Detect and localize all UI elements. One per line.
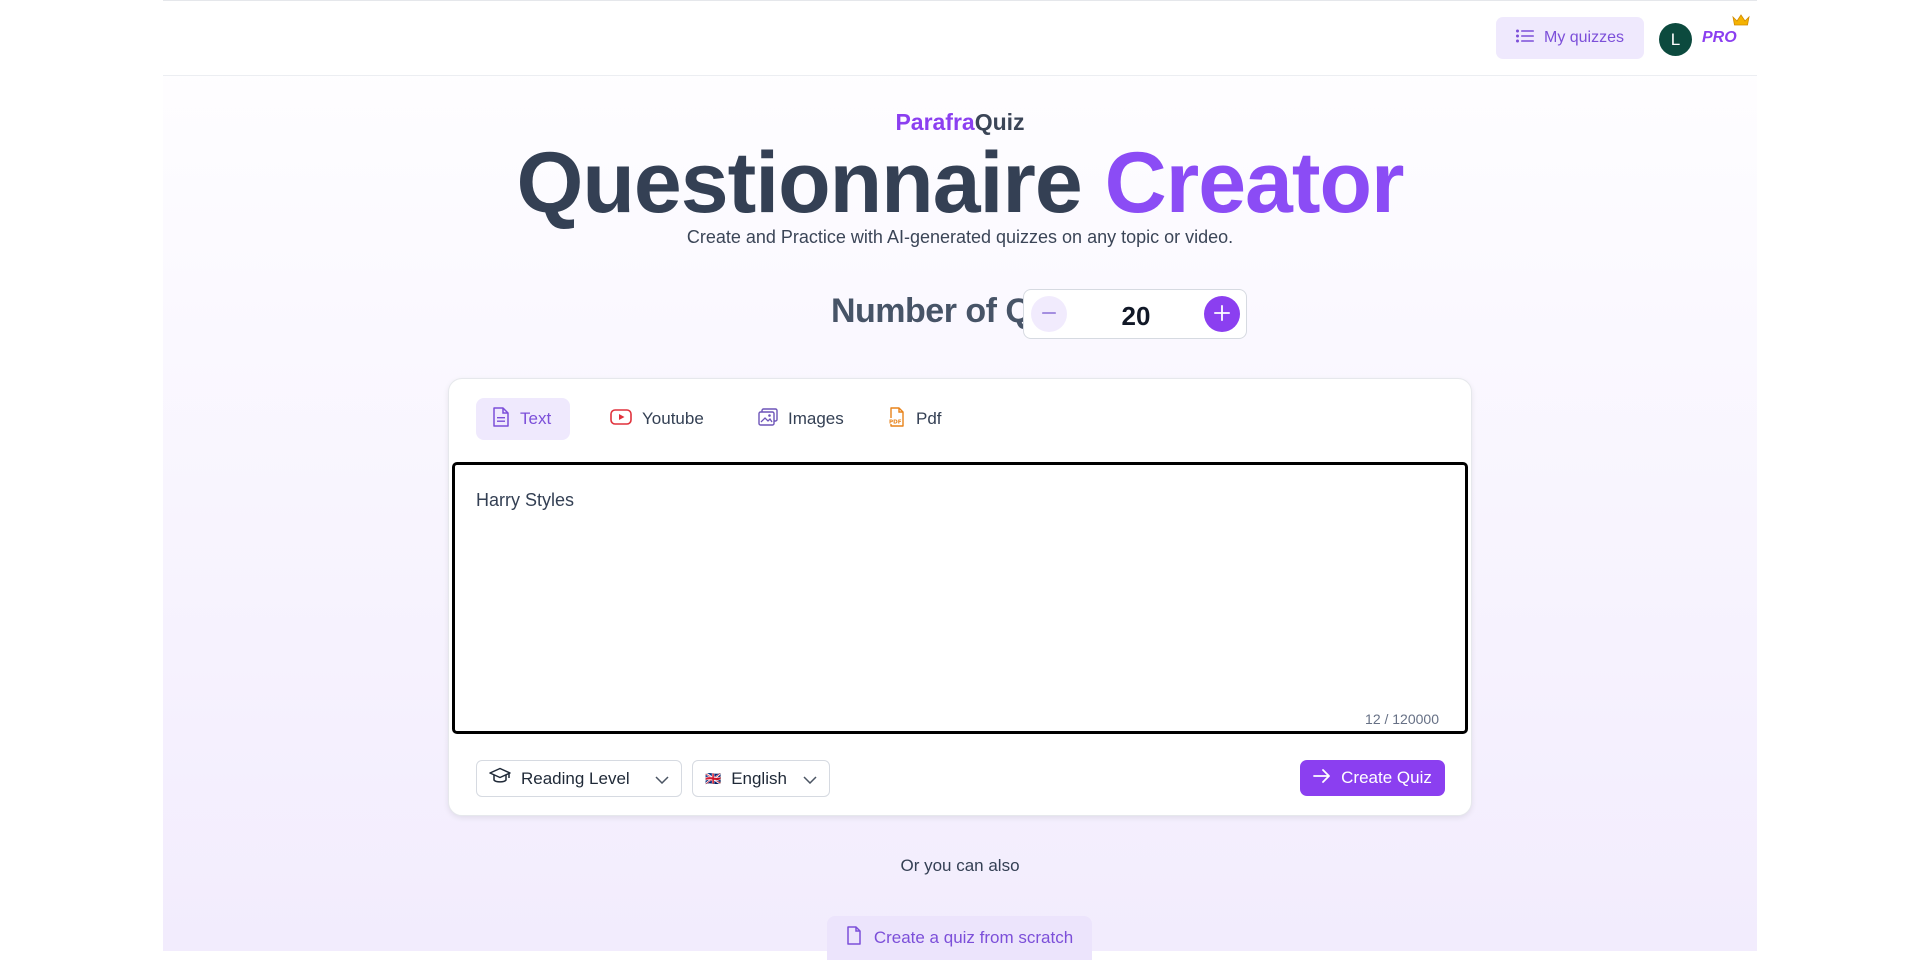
tab-text[interactable]: Text — [476, 398, 570, 440]
tab-youtube-label: Youtube — [642, 409, 704, 428]
brand-name: ParafraQuiz — [163, 109, 1757, 136]
crown-icon — [1732, 13, 1750, 31]
title-part-2: Creator — [1104, 135, 1405, 231]
brand-part-1: Parafra — [895, 109, 975, 135]
document-icon — [492, 406, 510, 432]
tab-images-label: Images — [788, 409, 844, 428]
create-from-scratch-button[interactable]: Create a quiz from scratch — [827, 916, 1092, 960]
chevron-down-icon — [803, 769, 817, 789]
image-icon — [758, 407, 778, 431]
tab-pdf-label: Pdf — [916, 409, 942, 428]
my-quizzes-button[interactable]: My quizzes — [1496, 17, 1644, 59]
topic-text-value[interactable]: Harry Styles — [476, 490, 574, 511]
chevron-down-icon — [655, 769, 669, 789]
title-part-1: Questionnaire — [516, 135, 1082, 231]
decrement-button[interactable] — [1031, 296, 1067, 332]
arrow-right-icon — [1313, 768, 1331, 788]
avatar-initial: L — [1670, 29, 1681, 49]
question-count-value[interactable]: 20 — [1072, 301, 1200, 332]
tab-images[interactable]: Images — [742, 398, 860, 440]
language-label: English — [731, 768, 787, 788]
pdf-icon: PDF — [888, 406, 906, 432]
alternative-prompt: Or you can also — [900, 856, 1020, 875]
tab-pdf[interactable]: PDF Pdf — [872, 398, 958, 440]
tab-youtube[interactable]: Youtube — [594, 398, 720, 440]
file-icon — [846, 926, 862, 950]
minus-icon — [1041, 305, 1057, 324]
create-quiz-label: Create Quiz — [1341, 768, 1432, 787]
list-icon — [1515, 29, 1534, 48]
create-from-scratch-label: Create a quiz from scratch — [873, 928, 1074, 947]
create-quiz-button[interactable]: Create Quiz — [1300, 760, 1445, 796]
question-count-stepper: 20 — [1023, 289, 1247, 339]
increment-button[interactable] — [1204, 296, 1240, 332]
uk-flag-icon: 🇬🇧 — [705, 770, 722, 786]
page-title: Questionnaire Creator — [163, 133, 1757, 233]
quiz-input-card: Text Youtube Images PDF Pdf Harry Styles… — [448, 378, 1472, 816]
youtube-icon — [610, 408, 632, 430]
character-counter: 12 / 120000 — [1365, 711, 1439, 727]
plus-icon — [1213, 304, 1231, 325]
brand-part-2: Quiz — [974, 109, 1025, 135]
avatar[interactable]: L — [1659, 23, 1692, 56]
reading-level-label: Reading Level — [521, 768, 630, 788]
top-header: My quizzes L PRO — [163, 1, 1757, 76]
topic-text-area[interactable]: Harry Styles 12 / 120000 — [452, 462, 1468, 734]
page: My quizzes L PRO ParafraQuiz Questionnai… — [163, 0, 1757, 960]
page-subtitle: Create and Practice with AI-generated qu… — [686, 227, 1234, 247]
svg-text:PDF: PDF — [889, 419, 902, 425]
pro-badge: PRO — [1702, 29, 1737, 46]
reading-level-select[interactable]: Reading Level — [476, 760, 682, 797]
graduation-cap-icon — [489, 767, 511, 790]
my-quizzes-label: My quizzes — [1543, 29, 1625, 46]
tab-text-label: Text — [520, 409, 552, 428]
language-select[interactable]: 🇬🇧 English — [692, 760, 830, 797]
